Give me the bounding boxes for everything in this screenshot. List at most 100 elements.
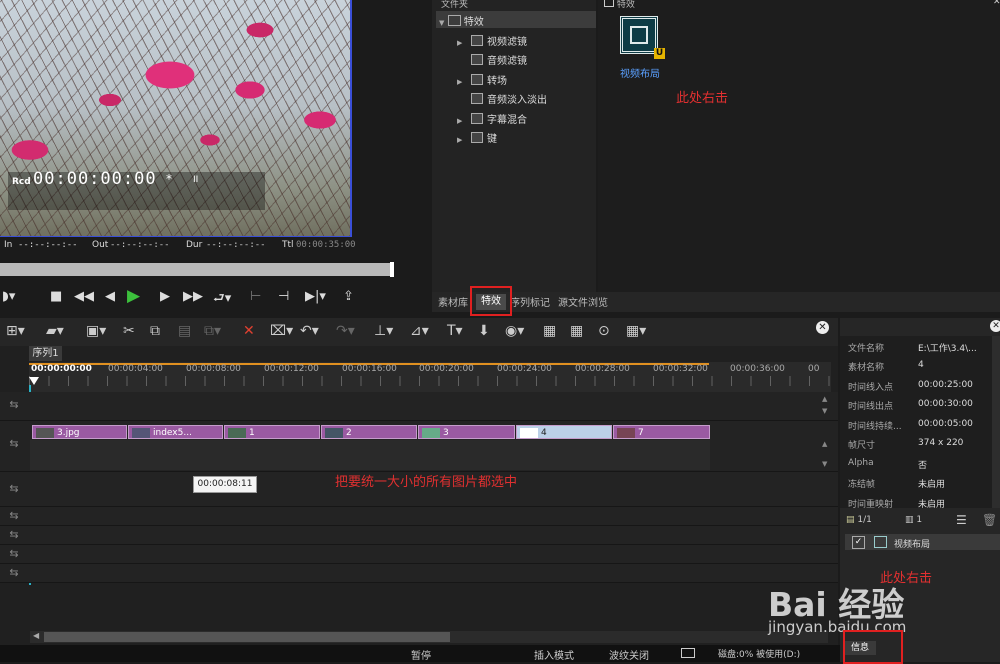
tree-item-audio-fade[interactable]: 音频淡入淡出 <box>457 91 547 106</box>
paste-icon[interactable]: ▤ <box>178 323 191 339</box>
expand-arrow-icon[interactable]: ▶ <box>457 78 471 86</box>
timeline-clip[interactable]: 2 <box>321 425 417 439</box>
open-folder-icon[interactable]: ▰▾ <box>46 323 64 339</box>
timeline-clip[interactable]: index5... <box>128 425 223 439</box>
effects-content-area <box>598 0 1000 292</box>
insert-icon[interactable]: ▶|▾ <box>305 289 326 304</box>
expand-arrow-icon[interactable]: ▶ <box>457 117 471 125</box>
cut-icon[interactable]: ✂ <box>123 323 135 339</box>
checkbox-icon[interactable]: ✓ <box>852 536 865 549</box>
info-close-icon[interactable]: ✕ <box>990 320 1000 332</box>
timeline-clip[interactable]: 1 <box>224 425 320 439</box>
step-forward-icon[interactable]: ▶ <box>160 289 170 304</box>
track-audio-2[interactable] <box>0 507 838 526</box>
tree-item-label: 音频滤镜 <box>487 56 527 67</box>
track-audio-4[interactable] <box>0 545 838 564</box>
tab-asset-library[interactable]: 素材库 <box>438 294 468 309</box>
set-in-icon[interactable]: ⊢ <box>250 289 261 304</box>
in-label: In <box>4 240 13 250</box>
effects-count-icon: ▥ <box>905 515 914 525</box>
annotation-right-click-top: 此处右击 <box>676 91 729 106</box>
clip-label: 1 <box>249 428 255 438</box>
track-audio-3[interactable] <box>0 526 838 545</box>
info-scrollbar[interactable] <box>992 336 1000 508</box>
save-icon[interactable]: ▣▾ <box>86 323 106 339</box>
expand-arrow-icon[interactable]: ▶ <box>457 136 471 144</box>
clip-label: 3 <box>443 428 449 438</box>
keyboard-icon[interactable]: ▦ <box>543 323 556 339</box>
info-key: 时间线持续... <box>848 422 902 432</box>
tab-sequence-markers[interactable]: 序列标记 <box>510 294 550 309</box>
title-icon[interactable]: T▾ <box>447 323 463 339</box>
tree-item-transitions[interactable]: ▶ 转场 <box>457 72 507 87</box>
scroll-down-icon[interactable]: ▼ <box>822 407 827 415</box>
timeline-clip[interactable]: 3 <box>418 425 515 439</box>
sequence-tab[interactable]: 序列1 <box>29 346 62 361</box>
track-sync-icon[interactable]: ⇆ <box>0 482 28 495</box>
track-sync-icon[interactable]: ⇆ <box>0 547 28 560</box>
scrollbar-thumb[interactable] <box>44 632 450 642</box>
video-layout-effect-icon[interactable] <box>620 16 658 54</box>
scrub-handle[interactable] <box>390 262 394 277</box>
rewind-icon[interactable]: ◀◀ <box>74 289 94 304</box>
scroll-down-icon[interactable]: ▼ <box>822 460 827 468</box>
mark-icon[interactable]: ⊥▾ <box>374 323 393 339</box>
settings-icon[interactable]: ▦▾ <box>626 323 646 339</box>
timeline-close-icon[interactable]: ✕ <box>816 321 829 334</box>
scroll-up-icon[interactable]: ▲ <box>822 395 827 403</box>
video-layout-label[interactable]: 视频布局 <box>620 65 660 80</box>
undo-icon[interactable]: ↶▾ <box>300 323 319 339</box>
track-sync-icon[interactable]: ⇆ <box>0 509 28 522</box>
info-key: 冻结帧 <box>848 480 876 490</box>
fast-forward-icon[interactable]: ▶▶ <box>183 289 203 304</box>
tree-item-audio-filters[interactable]: 音频滤镜 <box>457 52 527 67</box>
info-value: 00:00:05:00 <box>918 419 973 429</box>
content-close-icon[interactable]: ✕ <box>993 0 1000 7</box>
scroll-up-icon[interactable]: ▲ <box>822 440 827 448</box>
tree-root[interactable]: ▼ 特效 <box>439 13 484 28</box>
redo-icon[interactable]: ↷▾ <box>336 323 355 339</box>
scrub-bar[interactable] <box>0 263 392 276</box>
timeline-clip[interactable]: 7 <box>613 425 710 439</box>
layout-menu-icon[interactable]: ⊞▾ <box>6 323 25 339</box>
dur-value: --:--:--:-- <box>206 240 266 250</box>
marker-menu-icon[interactable]: ◗▾ <box>2 289 15 304</box>
paste-special-icon[interactable]: ⧉▾ <box>204 323 221 339</box>
stop-icon[interactable]: ■ <box>50 289 62 304</box>
info-value: E:\工作\3.4\... <box>918 344 977 354</box>
track-sync-icon[interactable]: ⇆ <box>0 566 28 579</box>
ripple-delete-icon[interactable]: ⌧▾ <box>270 323 293 339</box>
import-icon[interactable]: ⬇ <box>478 323 490 339</box>
step-back-icon[interactable]: ◀ <box>105 289 115 304</box>
expand-arrow-icon[interactable]: ▶ <box>457 39 471 47</box>
collapse-arrow-icon[interactable]: ▼ <box>439 19 444 27</box>
copy-icon[interactable]: ⧉ <box>150 323 160 339</box>
set-out-icon[interactable]: ⊣ <box>278 289 289 304</box>
tree-item-keys[interactable]: ▶ 键 <box>457 130 497 145</box>
track-sync-icon[interactable]: ⇆ <box>0 528 28 541</box>
render-icon[interactable]: ⊙ <box>598 323 610 339</box>
delete-icon[interactable]: ✕ <box>243 323 255 339</box>
playhead-icon[interactable] <box>29 377 39 385</box>
tree-item-title-mix[interactable]: ▶ 字幕混合 <box>457 111 527 126</box>
track-audio-5[interactable] <box>0 564 838 583</box>
status-pause: 暂停 <box>411 651 431 662</box>
loop-icon[interactable]: ⮐▾ <box>213 289 231 311</box>
trash-icon[interactable]: 🗑 <box>982 513 997 527</box>
track-sub-lane <box>30 440 710 470</box>
audio-icon[interactable]: ◉▾ <box>505 323 524 339</box>
folder-header: 文件夹 <box>441 0 469 10</box>
tree-item-video-filters[interactable]: ▶ 视频滤镜 <box>457 33 527 48</box>
track-sync-icon[interactable]: ⇆ <box>0 437 28 450</box>
list-view-icon[interactable]: ☰ <box>956 513 967 527</box>
track-sync-icon[interactable]: ⇆ <box>0 398 28 411</box>
scroll-left-icon[interactable]: ◀ <box>33 631 39 640</box>
play-icon[interactable]: ▶ <box>127 286 140 306</box>
timeline-clip[interactable]: 3.jpg <box>32 425 127 439</box>
grid-icon[interactable]: ▦ <box>570 323 583 339</box>
timeline-clip-selected[interactable]: 4 <box>516 425 612 439</box>
tab-source-browser[interactable]: 源文件浏览 <box>558 294 608 309</box>
export-icon[interactable]: ⇪ <box>343 289 354 304</box>
track-video-1[interactable] <box>0 392 838 421</box>
snap-icon[interactable]: ⊿▾ <box>410 323 429 339</box>
